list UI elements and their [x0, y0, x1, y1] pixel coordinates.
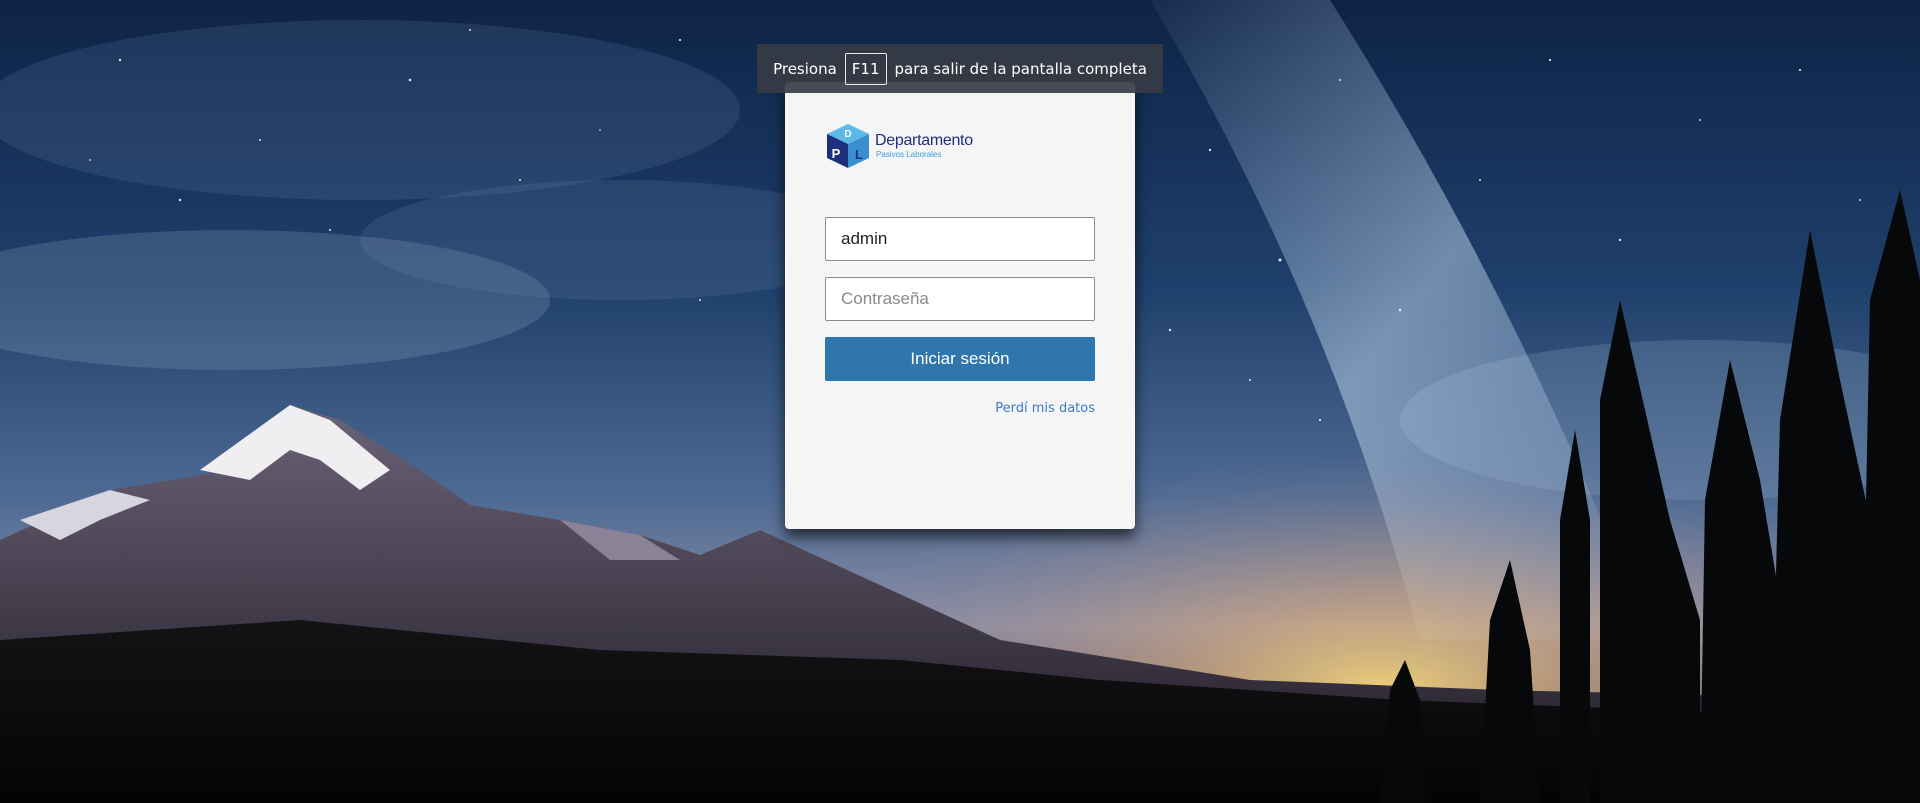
forgot-password-link[interactable]: Perdí mis datos [995, 401, 1095, 416]
logo-text: Departamento Pasivos Laborales [875, 133, 973, 159]
fullscreen-notice-prefix: Presiona [773, 59, 837, 78]
pdl-cube-logo-icon: D P L [827, 124, 869, 168]
logo-letter-d: D [844, 129, 851, 140]
logo-title: Departamento [875, 132, 973, 149]
f11-key-badge: F11 [844, 52, 887, 85]
login-button[interactable]: Iniciar sesión [825, 337, 1095, 381]
fullscreen-exit-notice: Presiona F11 para salir de la pantalla c… [757, 44, 1163, 93]
username-input[interactable] [825, 217, 1095, 261]
login-card: D P L Departamento Pasivos Laborales Ini… [785, 82, 1135, 529]
logo-subtitle: Pasivos Laborales [876, 150, 942, 159]
logo-letter-p: P [832, 146, 841, 161]
password-input[interactable] [825, 277, 1095, 321]
department-logo: D P L Departamento Pasivos Laborales [825, 122, 973, 170]
fullscreen-notice-suffix: para salir de la pantalla completa [894, 59, 1147, 78]
logo-letter-l: L [855, 147, 863, 162]
